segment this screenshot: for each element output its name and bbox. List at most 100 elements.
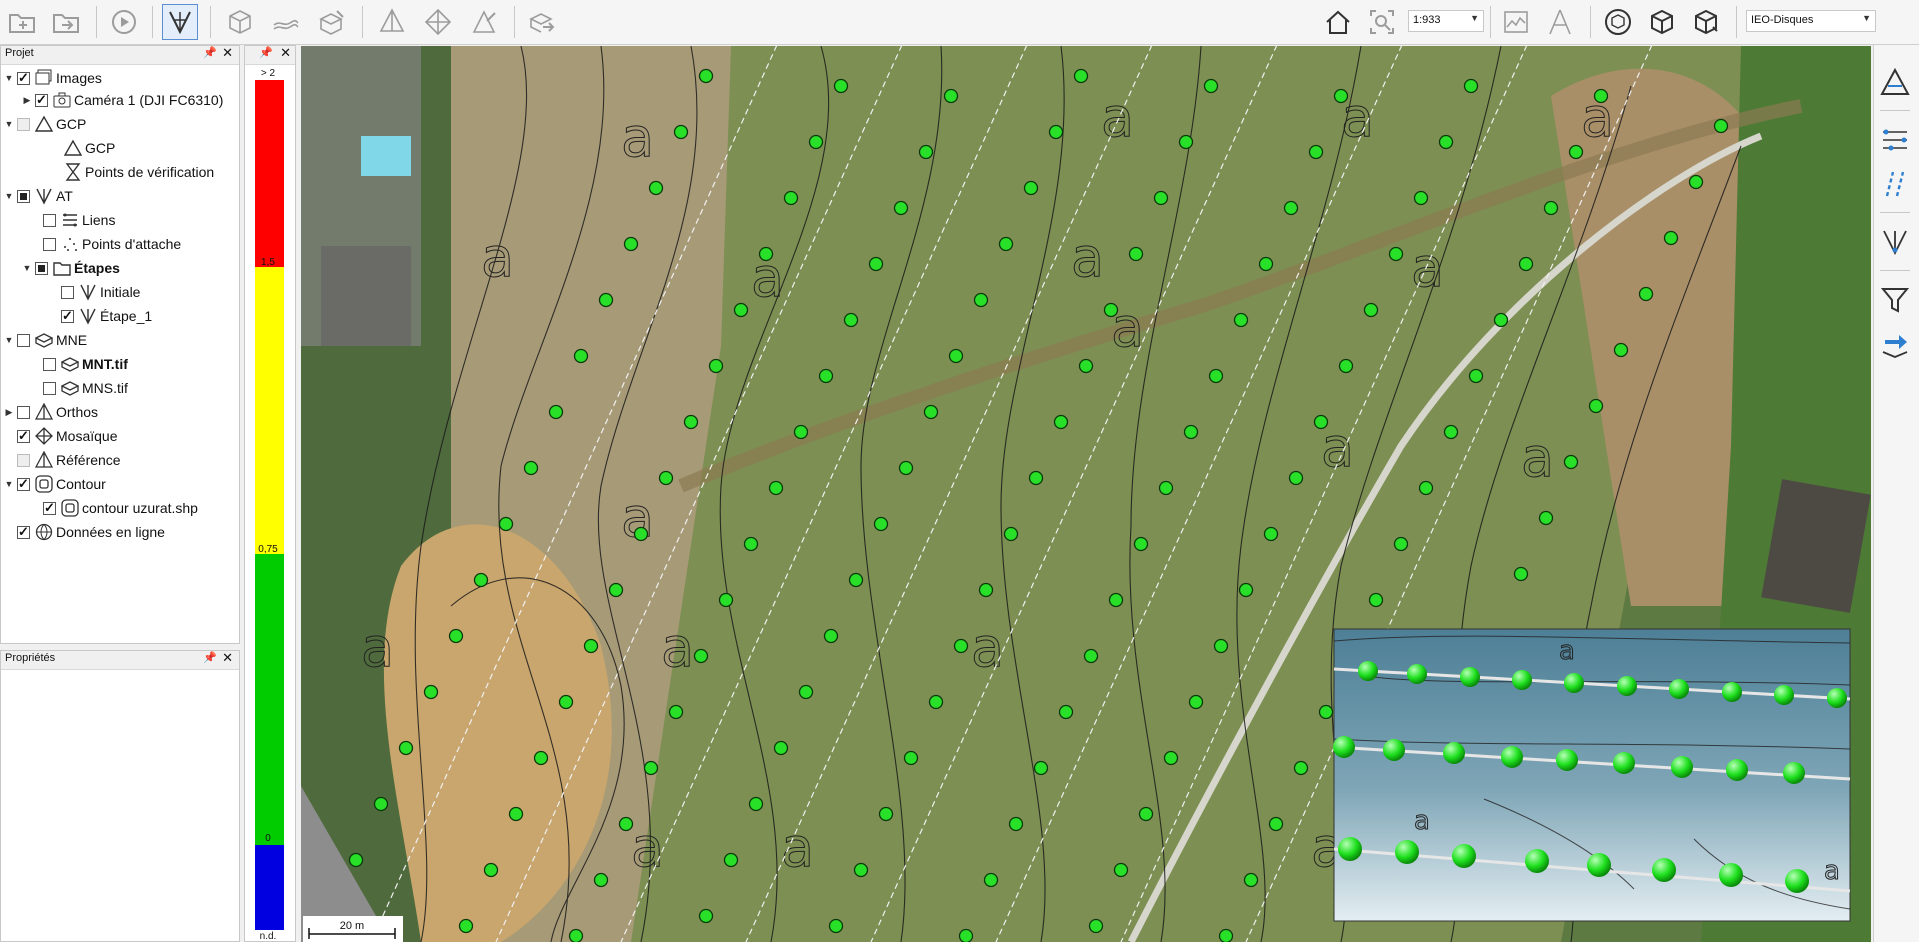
view-3d-icon[interactable] xyxy=(1600,4,1636,40)
close-icon[interactable]: ✕ xyxy=(222,650,233,666)
tree-item-step1[interactable]: Étape_1 xyxy=(59,305,152,327)
collapse-icon[interactable]: ▼ xyxy=(3,191,15,201)
contour-label: a xyxy=(1414,806,1430,836)
legend-panel-header: 📌 ✕ xyxy=(245,45,295,65)
links-tool-icon[interactable] xyxy=(1875,120,1915,160)
tree-item-at[interactable]: ▼ AT xyxy=(3,185,73,207)
collapse-icon[interactable]: ▼ xyxy=(3,479,15,489)
pyramid-icon[interactable] xyxy=(374,4,410,40)
tree-item-tie-points[interactable]: Points d'attache xyxy=(41,233,181,255)
pin-icon[interactable]: 📌 xyxy=(259,46,273,59)
scale-select[interactable]: 1:933 ▼ xyxy=(1408,10,1484,32)
collapse-icon[interactable]: ▼ xyxy=(3,119,15,129)
camera-icon xyxy=(52,90,72,110)
collapse-icon[interactable]: ▼ xyxy=(21,263,33,273)
contour-label: a xyxy=(631,816,664,879)
collapse-icon[interactable]: ▼ xyxy=(3,335,15,345)
surface-icon[interactable] xyxy=(268,4,304,40)
online-data-checkbox[interactable] xyxy=(17,524,30,540)
close-icon[interactable]: ✕ xyxy=(280,45,291,61)
pin-icon[interactable]: 📌 xyxy=(203,651,217,664)
tree-item-initial[interactable]: Initiale xyxy=(59,281,140,303)
tree-item-mosaic[interactable]: Mosaïque xyxy=(15,425,117,447)
map-view[interactable]: a a a a a a a a a a a a a a a a a a 20 m… xyxy=(301,46,1871,942)
contour-label: a xyxy=(1824,856,1840,886)
scale-bar: 20 m xyxy=(303,916,403,942)
pin-icon[interactable]: 📌 xyxy=(203,46,217,59)
camera-checkbox[interactable] xyxy=(35,92,48,108)
images-checkbox[interactable] xyxy=(17,70,30,86)
tree-item-gcp[interactable]: GCP xyxy=(63,137,115,159)
tree-label: Points de vérification xyxy=(85,164,215,180)
properties-panel-header: Propriétés 📌 ✕ xyxy=(1,650,239,670)
at-checkbox[interactable] xyxy=(17,189,30,203)
initial-checkbox[interactable] xyxy=(61,285,74,299)
tree-item-mne[interactable]: ▼ MNE xyxy=(3,329,88,351)
new-folder-icon[interactable] xyxy=(4,4,40,40)
tie-lines-tool-icon[interactable] xyxy=(1875,164,1915,204)
expand-icon[interactable]: ▶ xyxy=(21,95,33,106)
steps-checkbox[interactable] xyxy=(35,261,48,275)
tree-item-links[interactable]: Liens xyxy=(41,209,115,231)
zoom-extent-icon[interactable] xyxy=(1364,4,1400,40)
basemap-select[interactable]: IEO-Disques ▼ xyxy=(1746,10,1876,32)
cube-icon[interactable] xyxy=(222,4,258,40)
contour-checkbox[interactable] xyxy=(17,476,30,492)
ramp-red xyxy=(255,80,284,267)
mnt-checkbox[interactable] xyxy=(43,357,56,371)
expand-icon[interactable]: ▶ xyxy=(3,407,15,418)
orthos-checkbox[interactable] xyxy=(17,405,30,419)
tree-item-steps[interactable]: ▼ Étapes xyxy=(21,257,120,279)
tree-item-images[interactable]: ▼ Images xyxy=(3,67,102,89)
export-icon[interactable] xyxy=(524,4,560,40)
edit-ortho-icon[interactable] xyxy=(466,4,502,40)
map-canvas[interactable]: a a a a a a a a a a a a a a a a a a 20 m… xyxy=(301,46,1871,942)
collapse-icon[interactable]: ▼ xyxy=(3,73,15,83)
triangle-tool-icon[interactable] xyxy=(1875,62,1915,102)
filter-icon[interactable] xyxy=(1875,280,1915,320)
mosaic-checkbox[interactable] xyxy=(17,428,30,444)
tree-item-orthos[interactable]: ▶ Orthos xyxy=(3,401,98,423)
step1-checkbox[interactable] xyxy=(61,308,74,324)
contour-shp-checkbox[interactable] xyxy=(43,500,56,516)
project-panel-header: Projet 📌 ✕ xyxy=(1,45,239,65)
cube-corner-icon[interactable] xyxy=(1688,4,1724,40)
mesh-edit-icon[interactable] xyxy=(314,4,350,40)
inset-3d-view[interactable]: a a a xyxy=(1333,628,1851,922)
links-checkbox[interactable] xyxy=(43,213,56,227)
mns-checkbox[interactable] xyxy=(43,381,56,395)
pyramid-icon xyxy=(34,402,54,422)
legend-label: 0 xyxy=(265,833,271,844)
orthomosaic-icon[interactable] xyxy=(420,4,456,40)
tree-label: Points d'attache xyxy=(82,236,182,252)
tree-item-reference[interactable]: Référence xyxy=(15,449,121,471)
close-icon[interactable]: ✕ xyxy=(222,45,233,61)
contour-label: a xyxy=(1559,636,1575,666)
tree-item-contour-shp[interactable]: contour uzurat.shp xyxy=(41,497,198,519)
run-process-icon[interactable] xyxy=(106,4,142,40)
tree-item-gcp-group[interactable]: ▼ GCP xyxy=(3,113,86,135)
export-arrow-icon[interactable] xyxy=(1875,324,1915,364)
tree-item-checkpoints[interactable]: Points de vérification xyxy=(63,161,214,183)
tree-item-online-data[interactable]: Données en ligne xyxy=(15,521,165,543)
tie-points-checkbox[interactable] xyxy=(43,237,56,251)
contour-label: a xyxy=(1521,426,1554,489)
profile-icon[interactable] xyxy=(1498,4,1534,40)
tree-item-contour[interactable]: ▼ Contour xyxy=(3,473,106,495)
cube-view-icon[interactable] xyxy=(1644,4,1680,40)
import-folder-icon[interactable] xyxy=(48,4,84,40)
aerotriangulation-tool-icon[interactable] xyxy=(1875,222,1915,262)
home-icon[interactable] xyxy=(1320,4,1356,40)
gcp-checkbox[interactable] xyxy=(17,117,30,131)
aerotriangulation-icon[interactable] xyxy=(162,4,198,40)
legend-label: n.d. xyxy=(259,931,277,942)
terrain-icon xyxy=(34,330,54,350)
tree-label: MNT.tif xyxy=(82,356,128,372)
reference-checkbox[interactable] xyxy=(17,453,30,467)
scale-bar-label: 20 m xyxy=(340,920,364,932)
tree-item-mnt[interactable]: MNT.tif xyxy=(41,353,128,375)
mne-checkbox[interactable] xyxy=(17,333,30,347)
tree-item-mns[interactable]: MNS.tif xyxy=(41,377,128,399)
measure-icon[interactable] xyxy=(1542,4,1578,40)
tree-item-camera[interactable]: ▶ Caméra 1 (DJI FC6310) xyxy=(21,89,224,111)
